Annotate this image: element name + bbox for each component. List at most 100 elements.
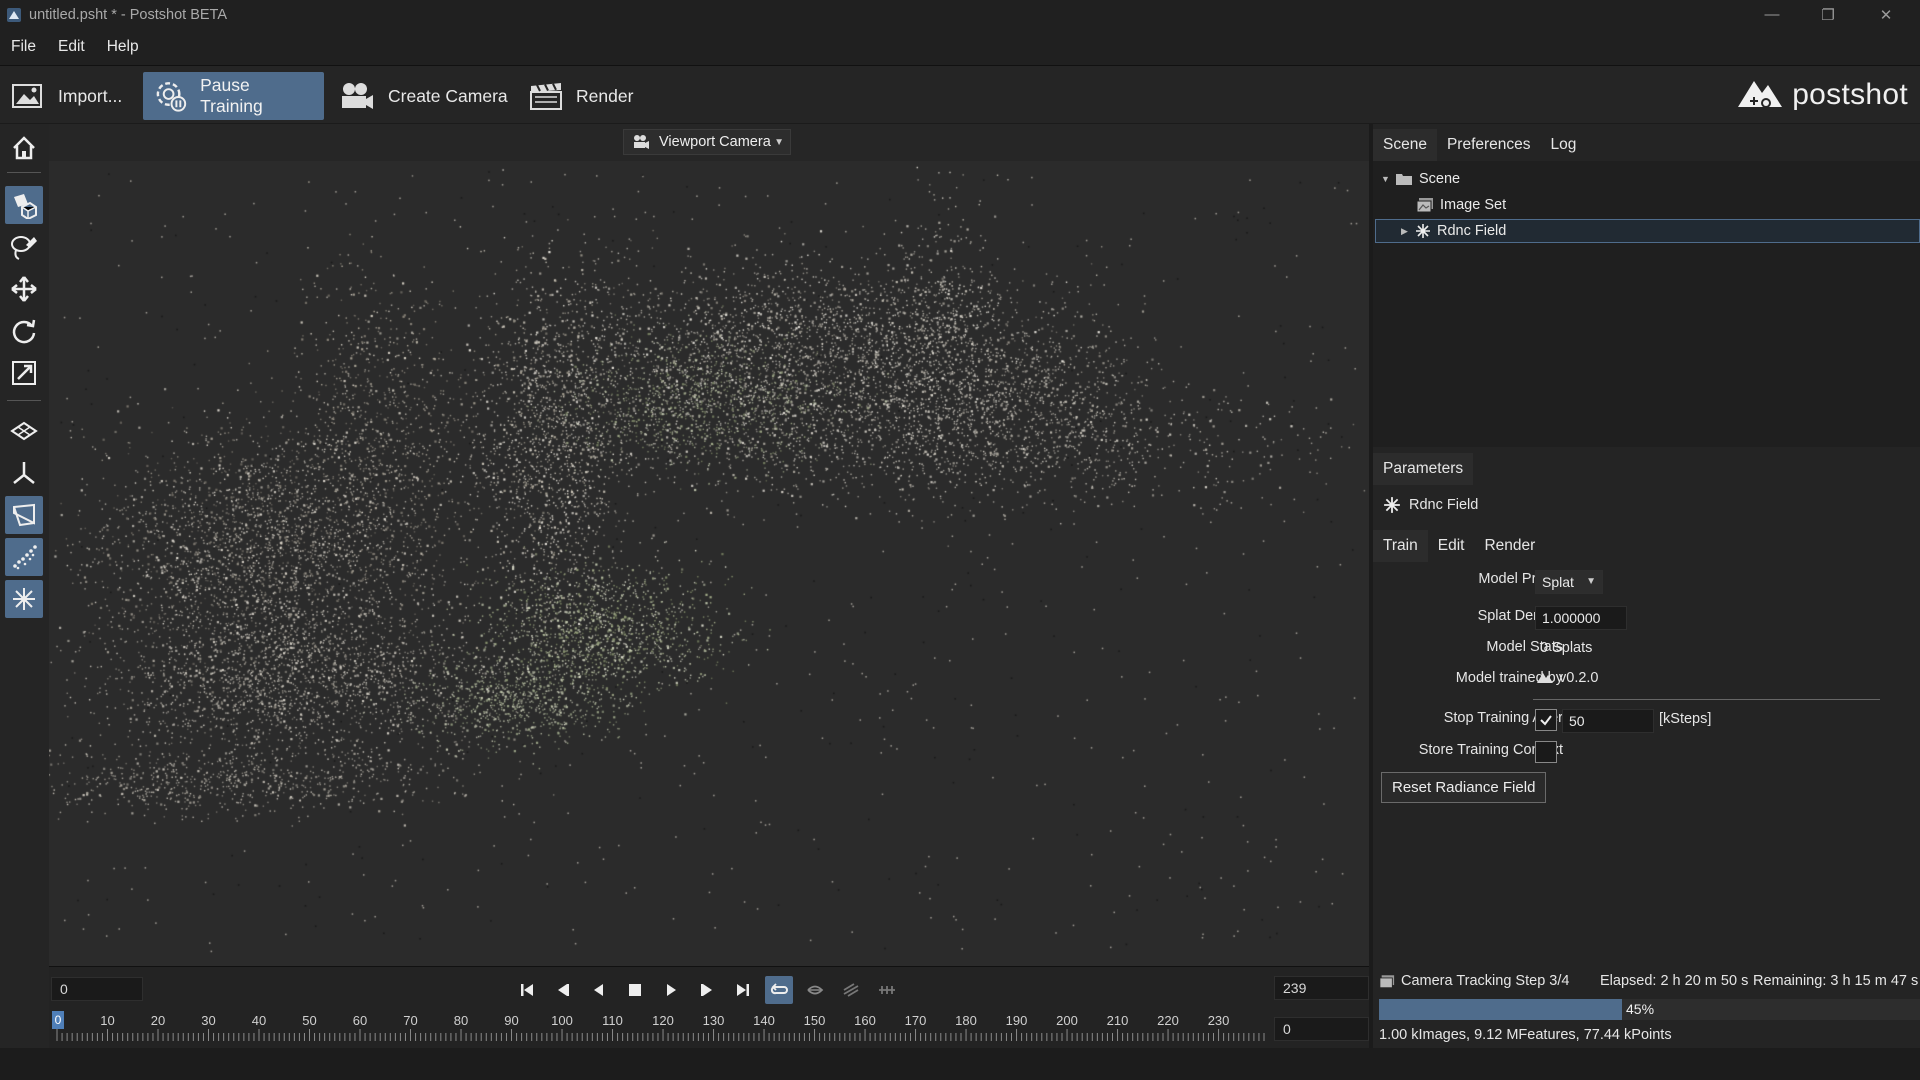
menu-help[interactable]: Help [96,38,150,56]
model-profile-select[interactable]: Splat ▼ [1535,570,1603,594]
status-step: Camera Tracking Step 3/4 [1379,973,1569,989]
tab-scene[interactable]: Scene [1373,129,1437,161]
image-set-icon [1379,974,1395,988]
current-frame-field[interactable]: 0 [1274,1017,1369,1041]
playhead[interactable]: 0 [52,1011,64,1029]
expand-arrow-icon[interactable]: ▼ [1381,174,1395,184]
create-camera-label: Create Camera [388,85,508,106]
model-stats-value: 0 Splats [1540,640,1593,656]
create-camera-button[interactable]: Create Camera [328,72,518,120]
points-icon [13,545,37,570]
viewport-camera-select[interactable]: Viewport Camera ▼ [623,129,791,155]
tab-render[interactable]: Render [1474,530,1545,562]
maximize-button[interactable]: ❐ [1800,0,1856,29]
next-keyframe-button[interactable] [693,976,721,1004]
play-button[interactable] [657,976,685,1004]
go-to-end-button[interactable] [729,976,757,1004]
prev-keyframe-button[interactable] [549,976,577,1004]
loop-button[interactable] [765,976,793,1004]
timeline: 0 239 10 20 30 40 50 60 70 80 90 100 110 120 130 140 1… [49,966,1369,1048]
pingpong-button[interactable] [801,976,829,1004]
play-reverse-icon [594,984,603,996]
close-button[interactable]: ✕ [1858,0,1914,29]
timeline-ruler[interactable]: 10 20 30 40 50 60 70 80 90 100 110 120 130 140 150 160 1… [49,1011,1267,1049]
rotate-tool[interactable] [5,312,43,350]
splat-density-input[interactable]: 1.000000 [1535,606,1627,630]
reset-radiance-field-button[interactable]: Reset Radiance Field [1381,772,1547,803]
scale-tool[interactable] [5,354,43,392]
minimize-button[interactable]: — [1744,0,1800,29]
tab-log[interactable]: Log [1541,129,1587,161]
go-to-start-button[interactable] [513,976,541,1004]
tree-item-image-set[interactable]: Image Set [1416,193,1506,217]
render-button[interactable]: Render [518,72,643,120]
status-stats: 1.00 kImages, 9.12 MFeatures, 77.44 kPoi… [1379,1027,1672,1043]
pause-training-button[interactable]: Pause Training [143,72,324,120]
scene-tree: ▼ Scene Image Set ▶ Rdnc Field [1373,161,1920,447]
layers-tool[interactable] [5,412,43,450]
store-context-checkbox[interactable] [1535,741,1557,763]
chevron-down-icon: ▼ [1586,576,1596,587]
model-profile-value: Splat [1542,574,1574,590]
stop-training-input[interactable]: 50 [1562,709,1654,733]
pause-training-icon [156,82,187,112]
interpolate-icon [843,983,859,997]
render-label: Render [576,85,634,106]
splat-tool[interactable] [5,580,43,618]
interpolate-button[interactable] [837,976,865,1004]
menu-file[interactable]: File [0,38,47,56]
step-forward-icon [701,984,712,996]
skip-start-icon [521,984,533,996]
minimize-icon: — [1764,6,1780,23]
divider [1533,699,1880,700]
points-tool[interactable] [5,538,43,576]
tab-train[interactable]: Train [1373,530,1428,562]
viewport-header: Viewport Camera ▼ [49,124,1369,161]
status-elapsed: Elapsed: 2 h 20 m 50 s [1600,973,1749,989]
play-reverse-button[interactable] [585,976,613,1004]
timeline-end-field[interactable]: 239 [1274,976,1369,1000]
import-button[interactable]: Import... [0,72,132,120]
parameters-panel: Parameters Rdnc Field Train Edit Render … [1373,448,1920,962]
collapse-arrow-icon[interactable]: ▶ [1401,226,1415,237]
status-remaining: Remaining: 3 h 15 m 47 s [1753,973,1919,989]
chevron-down-icon: ▼ [774,136,784,148]
sequence-button[interactable] [873,976,901,1004]
sequence-icon [879,986,895,994]
camera-frustum-tool[interactable] [5,496,43,534]
camera-icon [634,135,649,149]
tab-preferences[interactable]: Preferences [1437,129,1541,161]
window-title: untitled.psht * - Postshot BETA [29,6,227,23]
tab-edit[interactable]: Edit [1428,530,1475,562]
progress-label: 45% [1626,1001,1655,1017]
tree-item-rdnc-field[interactable]: ▶ Rdnc Field [1375,219,1920,243]
menu-edit[interactable]: Edit [47,38,96,56]
splat-icon [1384,497,1400,513]
lasso-tool[interactable] [5,228,43,266]
tool-strip [0,124,49,1048]
stop-button[interactable] [621,976,649,1004]
3d-viewport[interactable] [49,161,1369,966]
title-bar: untitled.psht * - Postshot BETA — ❐ ✕ [0,0,1920,29]
axis-tool[interactable] [5,454,43,492]
tree-item-scene[interactable]: ▼ Scene [1381,167,1460,191]
parameters-sub-tabs: Train Edit Render [1373,530,1545,562]
import-label: Import... [58,85,123,106]
axis-icon [13,462,35,484]
logo-text: postshot [1792,78,1908,111]
lasso-icon [11,236,37,260]
step-back-icon [558,984,569,996]
import-icon [12,84,42,108]
home-tool[interactable] [5,129,43,167]
select-tool[interactable] [5,186,43,224]
tree-label-image-set: Image Set [1440,197,1507,213]
tree-label-rdnc-field: Rdnc Field [1437,223,1507,239]
select-icon [14,194,37,219]
rotate-icon [12,319,36,344]
training-progress-bar: 45% [1379,999,1920,1020]
move-tool[interactable] [5,270,43,308]
stop-training-checkbox[interactable] [1535,709,1557,731]
timeline-start-field[interactable]: 0 [51,977,143,1001]
tab-parameters[interactable]: Parameters [1373,453,1474,485]
splat-icon [13,588,35,610]
